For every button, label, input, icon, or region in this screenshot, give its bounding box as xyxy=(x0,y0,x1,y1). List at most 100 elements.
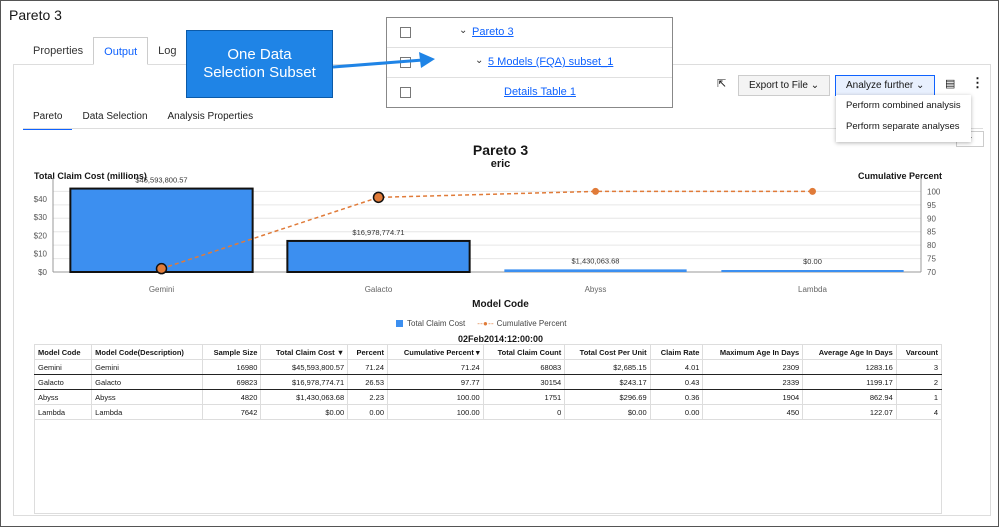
cumulative-point xyxy=(372,191,385,204)
table-cell: 3 xyxy=(895,359,943,375)
table-cell: 26.53 xyxy=(347,374,388,390)
table-cell: 71.24 xyxy=(387,359,484,375)
table-cell: Abyss xyxy=(91,389,203,405)
table-row[interactable]: Lambda Lambda 7642 $0.00 0.00 100.00 0 $0.00 0.0… xyxy=(33,404,943,420)
table-cell: 100.00 xyxy=(387,389,484,405)
column-header[interactable]: Total Claim Count xyxy=(482,344,566,360)
table-row[interactable]: Galacto Galacto 69823 $16,978,774.71 26.53 97… xyxy=(33,374,943,390)
column-header[interactable]: Sample Size xyxy=(201,344,262,360)
table-cell: 1751 xyxy=(482,389,566,405)
y2-tick-label: 70 xyxy=(927,268,936,277)
row-checkbox[interactable] xyxy=(400,27,411,38)
y2-tick-label: 80 xyxy=(927,241,936,250)
table-cell: $243.17 xyxy=(564,374,651,390)
table-cell: Lambda xyxy=(33,404,93,420)
table-empty-area xyxy=(34,420,942,514)
cumulative-line xyxy=(161,190,813,270)
table-cell: 71.24 xyxy=(347,359,388,375)
table-cell: 4 xyxy=(895,404,943,420)
legend-swatch-line: - - ● - - xyxy=(477,319,493,328)
legend-swatch-bar xyxy=(396,320,403,327)
cumulative-point xyxy=(155,262,168,275)
column-header[interactable]: Average Age In Days xyxy=(802,344,897,360)
table-cell: 7642 xyxy=(201,404,262,420)
tree-link-subset[interactable]: 5 Models (FQA) subset_1 xyxy=(488,56,613,68)
tree-row-details[interactable]: Details Table 1 xyxy=(387,78,672,108)
column-header[interactable]: Model Code(Description) xyxy=(91,344,203,360)
table-cell: 2 xyxy=(895,374,943,390)
table-cell: 2309 xyxy=(702,359,804,375)
column-header[interactable]: Cumulative Percent ▾ xyxy=(387,344,484,360)
table-cell: 0.00 xyxy=(347,404,388,420)
table-cell: 1904 xyxy=(702,389,804,405)
y-tick-label: $30 xyxy=(34,213,48,222)
table-cell: 4.01 xyxy=(649,359,704,375)
table-cell: 122.07 xyxy=(802,404,897,420)
table-cell: 68083 xyxy=(482,359,566,375)
table-cell: 862.94 xyxy=(802,389,897,405)
cumulative-point xyxy=(809,187,816,195)
table-header-row: Model Code Model Code(Description) Sample … xyxy=(33,344,943,360)
chevron-down-icon[interactable]: ⌄ xyxy=(475,55,483,66)
table-cell: 1199.17 xyxy=(802,374,897,390)
table-cell: 4820 xyxy=(201,389,262,405)
table-cell: Gemini xyxy=(33,359,93,375)
bar-galacto xyxy=(286,239,471,273)
column-header[interactable]: Percent xyxy=(347,344,388,360)
table-cell: $2,685.15 xyxy=(564,359,651,375)
table-cell: $1,430,063.68 xyxy=(260,389,349,405)
column-header[interactable]: Varcount xyxy=(895,344,943,360)
column-header[interactable]: Total Cost Per Unit xyxy=(564,344,651,360)
bar-data-label: $16,978,774.71 xyxy=(352,228,404,237)
callout-box: One Data Selection Subset xyxy=(186,30,333,98)
callout-text: One Data Selection Subset xyxy=(203,46,316,81)
table-cell: 0.43 xyxy=(649,374,704,390)
table-cell: 30154 xyxy=(482,374,566,390)
tree-row-pareto[interactable]: ⌄ Pareto 3 xyxy=(387,18,672,48)
row-checkbox[interactable] xyxy=(400,87,411,98)
tree-link-details-table[interactable]: Details Table 1 xyxy=(504,86,576,98)
y2-tick-label: 95 xyxy=(927,201,936,210)
column-header[interactable]: Maximum Age In Days xyxy=(702,344,804,360)
legend-label-line: Cumulative Percent xyxy=(496,319,567,328)
column-header[interactable]: Total Claim Cost ▼ xyxy=(260,344,349,360)
table-cell: 16980 xyxy=(201,359,262,375)
x-tick-label: Gemini xyxy=(149,285,175,294)
table-cell: $0.00 xyxy=(564,404,651,420)
table-timestamp: 02Feb2014:12:00:00 xyxy=(457,334,544,344)
legend-label-bar: Total Claim Cost xyxy=(407,319,466,328)
table-row[interactable]: Abyss Abyss 4820 $1,430,063.68 2.23 100.00 175… xyxy=(33,389,943,405)
table-cell: $45,593,800.57 xyxy=(260,359,349,375)
table-cell: 100.00 xyxy=(387,404,484,420)
y2-tick-label: 75 xyxy=(927,255,936,264)
table-cell: 97.77 xyxy=(387,374,484,390)
x-axis-label: Model Code xyxy=(472,299,529,310)
x-tick-label: Abyss xyxy=(585,285,607,294)
table-cell: 1 xyxy=(895,389,943,405)
details-table: Model Code Model Code(Description) Sample … xyxy=(33,344,943,420)
table-cell: 0.36 xyxy=(649,389,704,405)
y2-tick-label: 100 xyxy=(927,187,941,196)
table-cell: 2339 xyxy=(702,374,804,390)
tree-link-pareto[interactable]: Pareto 3 xyxy=(472,26,514,38)
y-tick-label: $0 xyxy=(38,268,47,277)
y-tick-label: $10 xyxy=(34,250,48,259)
bar-abyss xyxy=(504,269,687,272)
table-cell: 0.00 xyxy=(649,404,704,420)
table-cell: Abyss xyxy=(33,389,93,405)
chevron-down-icon[interactable]: ⌄ xyxy=(459,25,467,36)
bar-data-label: $1,430,063.68 xyxy=(572,256,620,265)
table-cell: Gemini xyxy=(91,359,203,375)
column-header[interactable]: Model Code xyxy=(33,344,93,360)
x-tick-label: Lambda xyxy=(798,285,827,294)
table-row[interactable]: Gemini Gemini 16980 $45,593,800.57 71.24 71.2… xyxy=(33,359,943,375)
table-cell: $0.00 xyxy=(260,404,349,420)
table-cell: 2.23 xyxy=(347,389,388,405)
column-header[interactable]: Claim Rate xyxy=(649,344,704,360)
table-cell: 450 xyxy=(702,404,804,420)
y2-tick-label: 90 xyxy=(927,214,936,223)
cumulative-point xyxy=(592,187,599,195)
table-cell: $296.69 xyxy=(564,389,651,405)
y-tick-label: $20 xyxy=(34,231,48,240)
y-tick-label: $40 xyxy=(34,195,48,204)
